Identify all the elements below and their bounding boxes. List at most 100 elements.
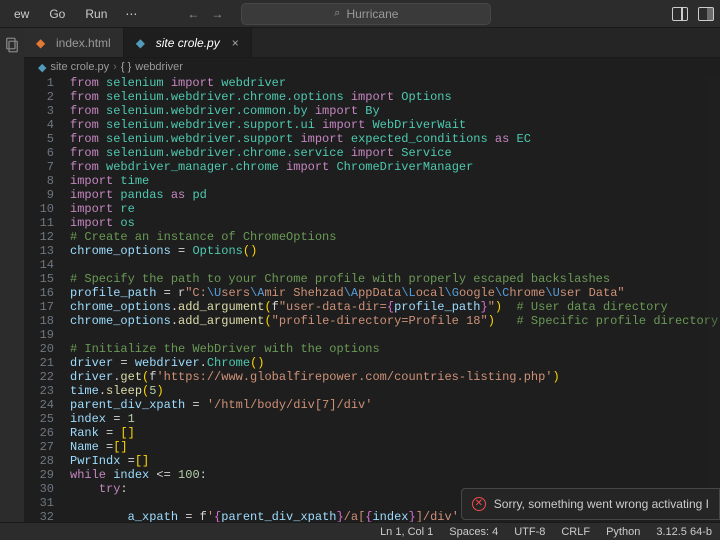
code-line[interactable]: import re	[70, 202, 720, 216]
layout-toggle-icon[interactable]	[672, 7, 688, 21]
code-line[interactable]: chrome_options.add_argument(f"user-data-…	[70, 300, 720, 314]
code-line[interactable]: from selenium.webdriver.common.by import…	[70, 104, 720, 118]
panel-toggle-icon[interactable]	[698, 7, 714, 21]
line-number: 6	[24, 146, 54, 160]
code-line[interactable]: time.sleep(5)	[70, 384, 720, 398]
status-indent[interactable]: Spaces: 4	[441, 526, 506, 538]
braces-icon: { }	[121, 61, 131, 73]
nav-back-icon[interactable]: ←	[187, 7, 199, 21]
title-right-icons	[672, 7, 714, 21]
line-number: 28	[24, 454, 54, 468]
menu-item-go[interactable]: Go	[41, 3, 73, 25]
line-number: 30	[24, 482, 54, 496]
tab-site-crole-py[interactable]: ◆ site crole.py ×	[124, 28, 252, 57]
line-number: 2	[24, 90, 54, 104]
line-number: 16	[24, 286, 54, 300]
line-number: 1	[24, 76, 54, 90]
code-line[interactable]: profile_path = r"C:\Users\Amir Shehzad\A…	[70, 286, 720, 300]
code-line[interactable]: chrome_options.add_argument("profile-dir…	[70, 314, 720, 328]
code-line[interactable]: from selenium.webdriver.chrome.service i…	[70, 146, 720, 160]
nav-arrows: ← →	[187, 7, 223, 21]
line-number: 9	[24, 188, 54, 202]
breadcrumb-symbol[interactable]: webdriver	[135, 61, 183, 73]
code-line[interactable]: index = 1	[70, 412, 720, 426]
chevron-right-icon: ›	[113, 61, 117, 73]
python-icon: ◆	[38, 61, 46, 74]
search-icon: ⌕	[334, 7, 340, 20]
line-number: 29	[24, 468, 54, 482]
menu-bar: ew Go Run ⋯ ← → ⌕ Hurricane	[0, 0, 720, 28]
code-line[interactable]	[70, 258, 720, 272]
code-line[interactable]: PwrIndx =[]	[70, 454, 720, 468]
status-interpreter[interactable]: 3.12.5 64-b	[648, 526, 720, 538]
nav-forward-icon[interactable]: →	[211, 7, 223, 21]
activity-bar	[0, 28, 24, 522]
line-number: 26	[24, 426, 54, 440]
status-language[interactable]: Python	[598, 526, 648, 538]
status-eol[interactable]: CRLF	[553, 526, 598, 538]
minimap[interactable]	[706, 76, 720, 522]
code-line[interactable]: from webdriver_manager.chrome import Chr…	[70, 160, 720, 174]
code-line[interactable]: # Create an instance of ChromeOptions	[70, 230, 720, 244]
code-line[interactable]: driver.get(f'https://www.globalfirepower…	[70, 370, 720, 384]
line-number: 27	[24, 440, 54, 454]
status-cursor-pos[interactable]: Ln 1, Col 1	[372, 526, 441, 538]
line-number: 13	[24, 244, 54, 258]
menu-item-view[interactable]: ew	[6, 3, 37, 25]
line-number: 12	[24, 230, 54, 244]
line-number: 3	[24, 104, 54, 118]
error-toast[interactable]: ✕ Sorry, something went wrong activating…	[461, 488, 720, 520]
line-number: 7	[24, 160, 54, 174]
line-number: 4	[24, 118, 54, 132]
line-number: 14	[24, 258, 54, 272]
code-editor[interactable]: 1234567891011121314151617181920212223242…	[24, 76, 720, 522]
code-line[interactable]: # Initialize the WebDriver with the opti…	[70, 342, 720, 356]
code-line[interactable]: while index <= 100:	[70, 468, 720, 482]
explorer-icon[interactable]	[3, 36, 21, 54]
line-number: 32	[24, 510, 54, 522]
line-number: 17	[24, 300, 54, 314]
code-line[interactable]: Rank = []	[70, 426, 720, 440]
code-line[interactable]: from selenium.webdriver.support import e…	[70, 132, 720, 146]
menu-overflow-icon[interactable]: ⋯	[119, 3, 143, 25]
status-encoding[interactable]: UTF-8	[506, 526, 553, 538]
line-number: 18	[24, 314, 54, 328]
code-line[interactable]: parent_div_xpath = '/html/body/div[7]/di…	[70, 398, 720, 412]
line-number: 21	[24, 356, 54, 370]
menu-item-run[interactable]: Run	[77, 3, 115, 25]
tab-index-html[interactable]: ◆ index.html	[24, 28, 124, 57]
status-bar: Ln 1, Col 1 Spaces: 4 UTF-8 CRLF Python …	[0, 522, 720, 540]
code-line[interactable]: chrome_options = Options()	[70, 244, 720, 258]
code-line[interactable]: from selenium.webdriver.support.ui impor…	[70, 118, 720, 132]
line-number: 20	[24, 342, 54, 356]
command-center[interactable]: ⌕ Hurricane	[241, 3, 491, 25]
line-number: 24	[24, 398, 54, 412]
line-number: 5	[24, 132, 54, 146]
code-line[interactable]: # Specify the path to your Chrome profil…	[70, 272, 720, 286]
close-icon[interactable]: ×	[232, 36, 239, 50]
html5-icon: ◆	[36, 36, 50, 50]
error-icon: ✕	[472, 497, 486, 511]
line-number: 22	[24, 370, 54, 384]
line-number: 10	[24, 202, 54, 216]
line-number: 11	[24, 216, 54, 230]
code-line[interactable]: import time	[70, 174, 720, 188]
code-line[interactable]: driver = webdriver.Chrome()	[70, 356, 720, 370]
breadcrumb-file[interactable]: site crole.py	[50, 61, 109, 73]
code-line[interactable]: import os	[70, 216, 720, 230]
code-line[interactable]: Name =[]	[70, 440, 720, 454]
line-number: 31	[24, 496, 54, 510]
code-content[interactable]: from selenium import webdriverfrom selen…	[70, 76, 720, 522]
code-line[interactable]: from selenium.webdriver.chrome.options i…	[70, 90, 720, 104]
line-number-gutter: 1234567891011121314151617181920212223242…	[24, 76, 64, 522]
code-line[interactable]: import pandas as pd	[70, 188, 720, 202]
breadcrumb[interactable]: ◆ site crole.py › { } webdriver	[24, 58, 720, 76]
line-number: 19	[24, 328, 54, 342]
line-number: 8	[24, 174, 54, 188]
code-line[interactable]	[70, 328, 720, 342]
toast-message: Sorry, something went wrong activating I	[494, 497, 709, 511]
line-number: 23	[24, 384, 54, 398]
python-icon: ◆	[136, 36, 150, 50]
code-line[interactable]: from selenium import webdriver	[70, 76, 720, 90]
line-number: 15	[24, 272, 54, 286]
